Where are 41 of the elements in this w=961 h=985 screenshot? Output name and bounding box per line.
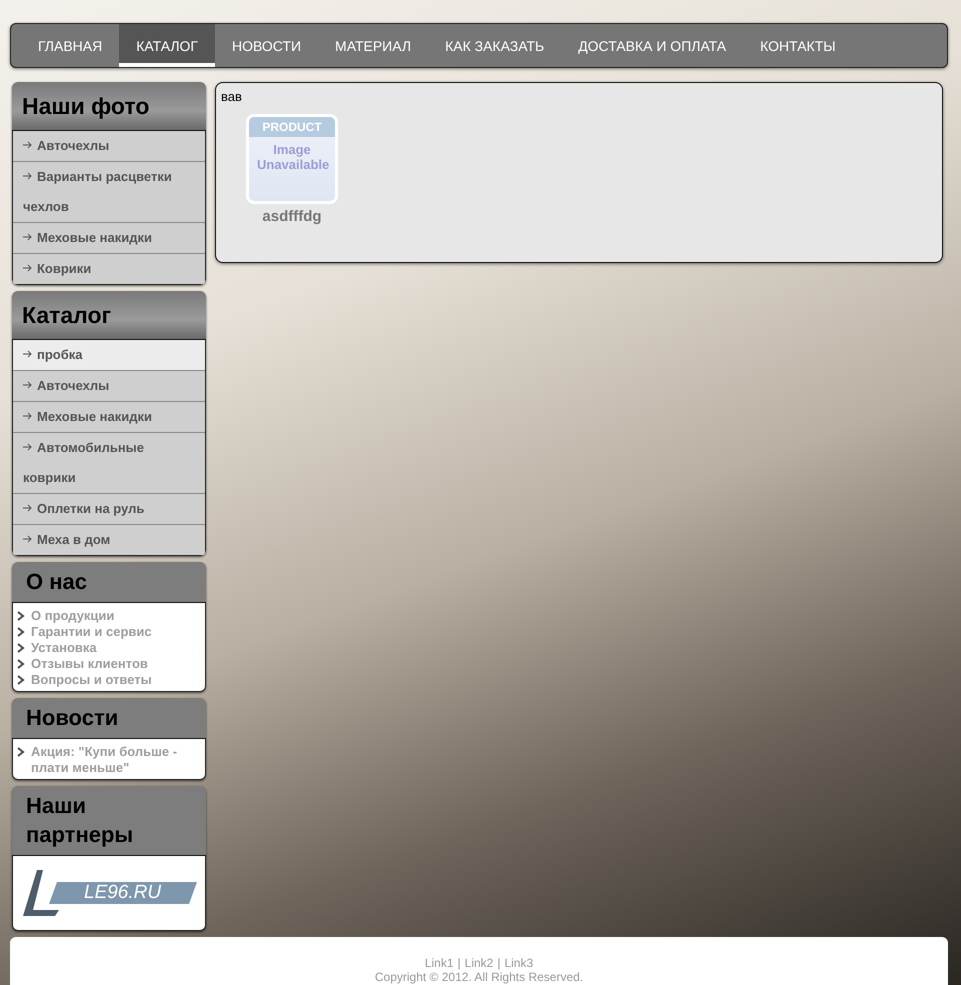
- sidebar-menu-item[interactable]: пробка: [13, 340, 205, 370]
- arrow-icon: [23, 535, 32, 543]
- nav-tab[interactable]: МАТЕРИАЛ: [318, 24, 428, 67]
- sidebar-heading: Наши партнеры: [12, 786, 206, 856]
- arrow-icon: [23, 350, 32, 358]
- nav-tab[interactable]: КАТАЛОГ: [119, 24, 216, 67]
- partner-logo[interactable]: LE96.RU: [23, 868, 195, 918]
- nav-tab[interactable]: НОВОСТИ: [215, 24, 318, 67]
- nav-tab[interactable]: ГЛАВНАЯ: [21, 24, 120, 67]
- sidebar-link[interactable]: Установка: [17, 640, 199, 656]
- separator: |: [497, 956, 500, 970]
- sidebar-heading: Каталог: [12, 291, 206, 340]
- chevron-icon: [17, 747, 25, 757]
- arrow-icon: [23, 504, 32, 512]
- nav-tab[interactable]: КОНТАКТЫ: [743, 24, 853, 67]
- arrow-icon: [23, 264, 32, 272]
- sidebar-heading: О нас: [12, 562, 206, 603]
- arrow-icon: [23, 141, 32, 149]
- arrow-icon: [23, 172, 32, 180]
- nav-tab[interactable]: ДОСТАВКА И ОПЛАТА: [561, 24, 744, 67]
- separator: |: [458, 956, 461, 970]
- content-text: вав: [221, 89, 243, 104]
- footer-link[interactable]: Link2: [464, 956, 494, 970]
- footer-link[interactable]: Link1: [424, 956, 454, 970]
- sidebar-link[interactable]: Отзывы клиентов: [17, 656, 199, 672]
- product-name[interactable]: asdfffdg: [262, 208, 322, 225]
- footer-link[interactable]: Link3: [504, 956, 534, 970]
- arrow-icon: [23, 412, 32, 420]
- sidebar-menu-item[interactable]: Коврики: [13, 253, 205, 284]
- sidebar-link[interactable]: Вопросы и ответы: [17, 672, 199, 688]
- sidebar-link[interactable]: Акция: "Купи больше - плати меньше": [17, 744, 199, 776]
- sidebar-heading: Новости: [12, 698, 206, 739]
- sidebar-heading: Наши фото: [12, 82, 206, 131]
- sidebar-link[interactable]: О продукции: [17, 608, 199, 624]
- arrow-icon: [23, 233, 32, 241]
- arrow-icon: [23, 381, 32, 389]
- copyright-text: Copyright © 2012. All Rights Reserved.: [374, 970, 584, 984]
- nav-tab[interactable]: КАК ЗАКАЗАТЬ: [428, 24, 562, 67]
- sidebar-link[interactable]: Гарантии и сервис: [17, 624, 199, 640]
- arrow-icon: [23, 443, 32, 451]
- sidebar-menu-item[interactable]: Меха в дом: [13, 524, 205, 555]
